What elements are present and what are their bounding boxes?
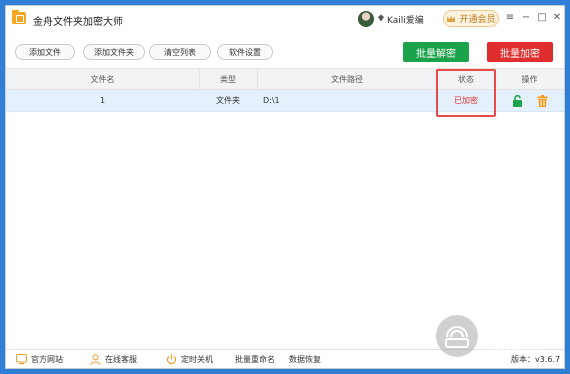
watermark-site: luyouqi.com [486,343,542,353]
avatar[interactable] [358,11,374,27]
app-title: 金舟文件夹加密大师 [33,17,123,28]
file-table: 文件名 类型 文件路径 状态 操作 1 文件夹 D:\1 已加密 [6,68,564,117]
header-type: 类型 [220,74,236,84]
scheduled-shutdown-link[interactable]: 定时关机 [166,354,213,365]
cell-path: D:\1 [263,96,280,105]
header-actions: 操作 [521,74,538,84]
watermark: 路由器 luyouqi.com [436,311,566,363]
add-file-button[interactable]: 添加文件 [15,44,75,60]
cell-type: 文件夹 [216,96,240,105]
official-site-link[interactable]: 官方网站 [16,354,63,365]
online-service-link[interactable]: 在线客服 [90,354,137,365]
batch-rename-label: 批量重命名 [235,355,275,364]
unlock-icon[interactable] [512,94,523,107]
router-logo-icon [436,315,478,357]
monitor-icon [16,354,27,365]
settings-button[interactable]: 软件设置 [217,44,273,60]
cell-actions [495,90,564,111]
vip-label: 开通会员 [459,15,496,25]
data-recovery-label: 数据恢复 [289,355,321,364]
delete-icon[interactable] [537,94,548,107]
power-icon [166,354,177,365]
diamond-icon [378,14,384,22]
app-logo-icon [12,10,26,24]
scheduled-shutdown-label: 定时关机 [181,355,213,364]
person-icon [90,354,101,365]
crown-icon [447,15,456,22]
menu-icon[interactable]: ≡ [504,12,516,24]
maximize-icon[interactable]: □ [536,12,548,24]
status-highlight-box [436,69,496,117]
vip-button[interactable]: 开通会员 [443,10,499,27]
header-filename: 文件名 [90,74,115,84]
cell-filename: 1 [99,96,106,105]
add-folder-button[interactable]: 添加文件夹 [83,44,145,60]
clear-list-button[interactable]: 清空列表 [149,44,211,60]
header-path: 文件路径 [331,74,363,84]
app-window: 金舟文件夹加密大师 Kaili爱编 开通会员 ≡ − □ ✕ 添加文件 添加文件… [5,5,565,369]
data-recovery-link[interactable]: 数据恢复 [289,354,321,365]
toolbar: 添加文件 添加文件夹 清空列表 软件设置 批量解密 批量加密 [6,32,564,68]
user-name[interactable]: Kaili爱编 [387,13,424,26]
minimize-icon[interactable]: − [520,12,532,24]
close-icon[interactable]: ✕ [551,12,563,24]
official-site-label: 官方网站 [31,355,63,364]
batch-decrypt-button[interactable]: 批量解密 [403,42,469,62]
batch-encrypt-button[interactable]: 批量加密 [487,42,553,62]
online-service-label: 在线客服 [105,355,137,364]
title-bar: 金舟文件夹加密大师 Kaili爱编 开通会员 ≡ − □ ✕ [6,6,564,32]
batch-rename-link[interactable]: 批量重命名 [235,354,275,365]
